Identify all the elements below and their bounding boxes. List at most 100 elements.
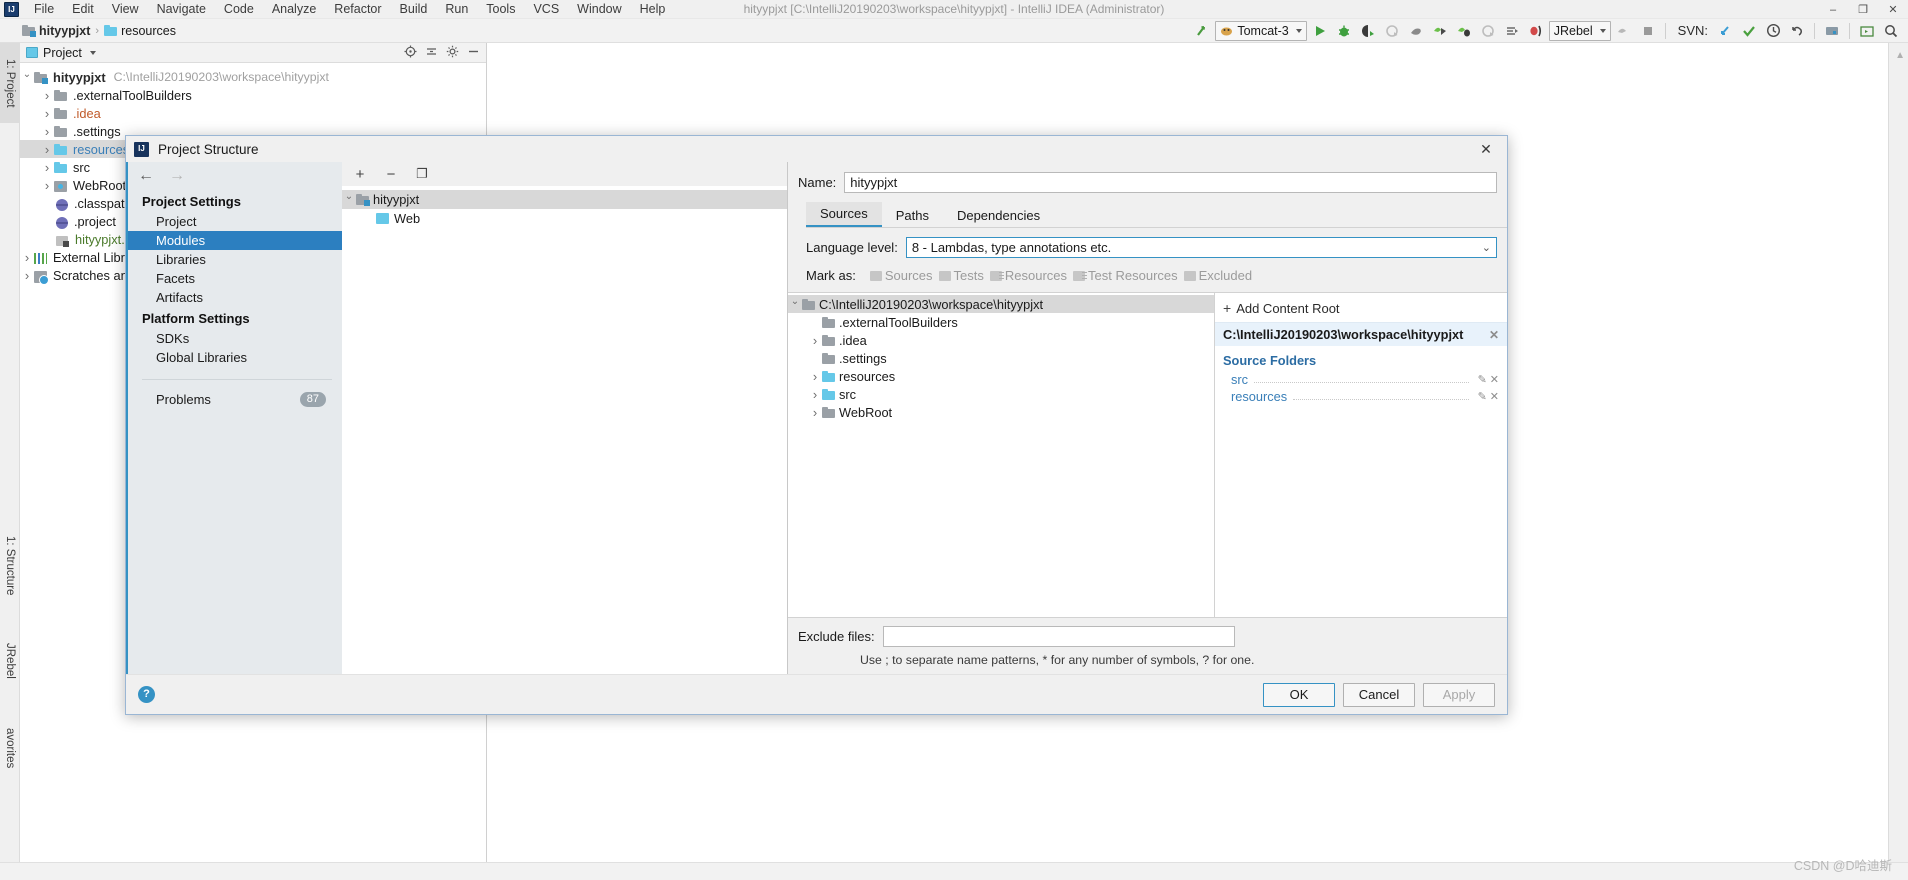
mark-as-test-resources-button[interactable]: Test Resources: [1073, 268, 1178, 283]
project-structure-icon[interactable]: [1821, 21, 1843, 41]
mark-as-excluded-button[interactable]: Excluded: [1183, 268, 1252, 283]
chevron-right-icon[interactable]: [20, 250, 34, 265]
nav-item-artifacts[interactable]: Artifacts: [128, 288, 342, 307]
exclude-files-input[interactable]: [882, 626, 1235, 647]
tab-dependencies[interactable]: Dependencies: [943, 204, 1054, 227]
tab-sources[interactable]: Sources: [806, 202, 882, 227]
menu-navigate[interactable]: Navigate: [148, 0, 215, 19]
back-arrow-icon[interactable]: ←: [138, 167, 154, 185]
remove-source-folder-icon[interactable]: ✕: [1490, 390, 1499, 403]
hide-window-icon[interactable]: [467, 45, 480, 61]
jrebel-debug-icon[interactable]: [1453, 21, 1475, 41]
chevron-right-icon[interactable]: [808, 405, 822, 420]
menu-refactor[interactable]: Refactor: [325, 0, 390, 19]
tree-row-idea[interactable]: .idea: [20, 104, 486, 122]
forward-arrow-icon[interactable]: →: [169, 167, 185, 185]
menu-window[interactable]: Window: [568, 0, 630, 19]
svn-revert-icon[interactable]: [1786, 21, 1808, 41]
chevron-down-icon[interactable]: [788, 299, 802, 310]
tree-row-externaltoolbuilders[interactable]: .externalToolBuilders: [20, 86, 486, 104]
edit-pencil-icon[interactable]: ✎: [1478, 373, 1487, 386]
svn-update-icon[interactable]: [1714, 21, 1736, 41]
language-level-select[interactable]: 8 - Lambdas, type annotations etc. ⌄: [905, 237, 1497, 258]
menu-file[interactable]: File: [25, 0, 63, 19]
mark-as-sources-button[interactable]: Sources: [869, 268, 933, 283]
tool-window-tab-project[interactable]: 1: Project: [0, 43, 20, 123]
content-row-settings[interactable]: .settings: [788, 349, 1214, 367]
nav-item-project[interactable]: Project: [128, 212, 342, 231]
chevron-right-icon[interactable]: [40, 178, 54, 193]
content-row-src[interactable]: src: [788, 385, 1214, 403]
tab-paths[interactable]: Paths: [882, 204, 943, 227]
content-row-webroot[interactable]: WebRoot: [788, 403, 1214, 421]
settings-gear-icon[interactable]: [446, 45, 459, 61]
tool-window-tab-jrebel[interactable]: JRebel: [0, 628, 20, 693]
locate-icon[interactable]: [404, 45, 417, 61]
chevron-right-icon[interactable]: [40, 124, 54, 139]
attach-profiler-icon[interactable]: [1405, 21, 1427, 41]
chevron-right-icon[interactable]: [808, 387, 822, 402]
menu-analyze[interactable]: Analyze: [263, 0, 325, 19]
chevron-down-icon[interactable]: [20, 72, 34, 83]
menu-edit[interactable]: Edit: [63, 0, 103, 19]
nav-item-global-libraries[interactable]: Global Libraries: [128, 348, 342, 367]
chevron-right-icon[interactable]: [808, 369, 822, 384]
svn-history-icon[interactable]: [1762, 21, 1784, 41]
content-row-resources[interactable]: resources: [788, 367, 1214, 385]
jrebel-toggle-icon[interactable]: [1613, 21, 1635, 41]
mark-as-resources-button[interactable]: Resources: [989, 268, 1067, 283]
jrebel-run-icon[interactable]: [1429, 21, 1451, 41]
dialog-close-button[interactable]: ✕: [1473, 138, 1499, 160]
source-folder-row-resources[interactable]: resources ✎ ✕: [1215, 388, 1507, 405]
svn-commit-icon[interactable]: [1738, 21, 1760, 41]
source-folder-row-src[interactable]: src ✎ ✕: [1215, 371, 1507, 388]
tool-window-tab-structure[interactable]: 1: Structure: [0, 518, 20, 613]
menu-run[interactable]: Run: [436, 0, 477, 19]
content-row-idea[interactable]: .idea: [788, 331, 1214, 349]
chevron-right-icon[interactable]: [40, 160, 54, 175]
module-row-hityypjxt[interactable]: hityypjxt: [342, 190, 787, 209]
edit-pencil-icon[interactable]: ✎: [1478, 390, 1487, 403]
run-with-coverage-button[interactable]: [1357, 21, 1379, 41]
breadcrumb-item-resources[interactable]: resources: [121, 24, 176, 38]
content-row-externaltoolbuilders[interactable]: .externalToolBuilders: [788, 313, 1214, 331]
menu-help[interactable]: Help: [631, 0, 675, 19]
menu-build[interactable]: Build: [391, 0, 437, 19]
tree-row-project[interactable]: hityypjxt C:\IntelliJ20190203\workspace\…: [20, 68, 486, 86]
back-arrow-icon[interactable]: [1191, 21, 1213, 41]
help-button[interactable]: ?: [138, 686, 155, 703]
breadcrumb-item-project[interactable]: hityypjxt: [39, 24, 90, 38]
module-name-input[interactable]: hityypjxt: [844, 172, 1497, 193]
mark-as-tests-button[interactable]: Tests: [938, 268, 984, 283]
run-button[interactable]: [1309, 21, 1331, 41]
jrebel-coverage-icon[interactable]: [1477, 21, 1499, 41]
tool-window-tab-favorites[interactable]: avorites: [0, 708, 20, 788]
remove-source-folder-icon[interactable]: ✕: [1490, 373, 1499, 386]
chevron-right-icon[interactable]: [40, 88, 54, 103]
search-everywhere-icon[interactable]: [1880, 21, 1902, 41]
terminal-icon[interactable]: [1856, 21, 1878, 41]
stop-button[interactable]: [1637, 21, 1659, 41]
maximize-button[interactable]: ❐: [1848, 0, 1878, 19]
menu-vcs[interactable]: VCS: [524, 0, 568, 19]
content-row-root[interactable]: C:\IntelliJ20190203\workspace\hityypjxt: [788, 295, 1214, 313]
collapse-all-icon[interactable]: [425, 45, 438, 61]
minimize-button[interactable]: –: [1818, 0, 1848, 19]
run-configuration-selector[interactable]: Tomcat-3: [1215, 20, 1307, 41]
chevron-right-icon[interactable]: [40, 106, 54, 121]
cancel-button[interactable]: Cancel: [1343, 682, 1415, 707]
menu-code[interactable]: Code: [215, 0, 263, 19]
jrebel-selector[interactable]: JRebel: [1548, 20, 1611, 41]
close-button[interactable]: ✕: [1878, 0, 1908, 19]
run-dashboard-icon[interactable]: [1501, 21, 1523, 41]
nav-item-libraries[interactable]: Libraries: [128, 250, 342, 269]
copy-module-button[interactable]: ❐: [414, 166, 430, 182]
nav-item-modules[interactable]: Modules: [128, 231, 342, 250]
menu-tools[interactable]: Tools: [477, 0, 524, 19]
nav-item-problems[interactable]: Problems 87: [128, 390, 342, 409]
chevron-down-icon[interactable]: [342, 194, 356, 205]
nav-item-facets[interactable]: Facets: [128, 269, 342, 288]
add-content-root-button[interactable]: + Add Content Root: [1215, 293, 1507, 322]
profile-button[interactable]: [1381, 21, 1403, 41]
chevron-right-icon[interactable]: [20, 268, 34, 283]
